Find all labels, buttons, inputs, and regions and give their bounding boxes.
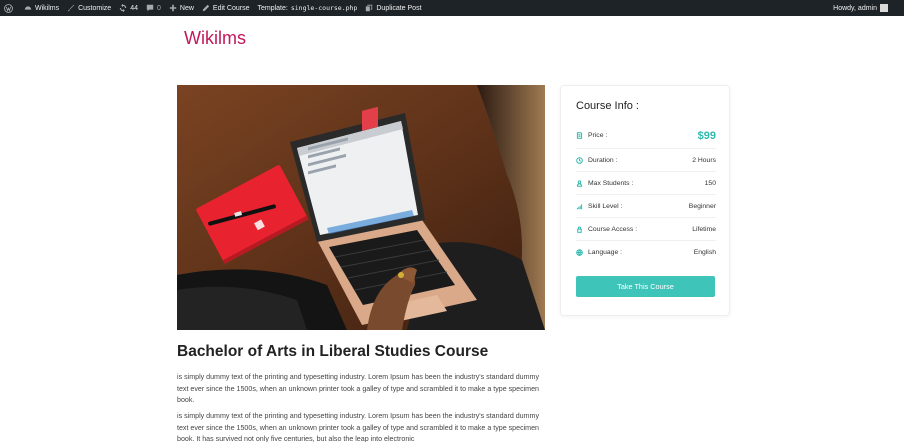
course-description-paragraph: is simply dummy text of the printing and… xyxy=(177,412,539,442)
course-title: Bachelor of Arts in Liberal Studies Cour… xyxy=(177,343,489,360)
duration-value: 2 Hours xyxy=(692,156,716,164)
new-label: New xyxy=(179,4,194,12)
language-value: English xyxy=(693,249,716,256)
avatar xyxy=(880,4,888,12)
lock-icon xyxy=(577,226,582,233)
price-label: Price : xyxy=(588,132,608,139)
course-featured-image xyxy=(177,85,545,330)
clock-icon xyxy=(576,156,583,164)
skill-level-row: Skill Level : Beginner xyxy=(576,195,716,218)
pencil-icon xyxy=(202,4,210,12)
duration-row: Duration : 2 Hours xyxy=(576,149,716,172)
max-students-label: Max Students : xyxy=(588,179,634,187)
duplicate-post-label: Duplicate Post xyxy=(376,4,422,12)
language-label: Language : xyxy=(588,249,623,256)
laptop-photo xyxy=(177,85,545,330)
course-description-paragraph: is simply dummy text of the printing and… xyxy=(177,373,539,404)
language-row: Language : English xyxy=(576,241,716,264)
take-this-course-button[interactable]: Take This Course xyxy=(576,276,715,297)
template-label: Template: xyxy=(257,4,288,12)
site-name-label: Wikilms xyxy=(35,4,60,12)
edit-course-link[interactable]: Edit Course xyxy=(198,0,254,16)
duplicate-post-link[interactable]: Duplicate Post xyxy=(361,0,425,16)
price-value: $99 xyxy=(697,129,716,142)
customize-label: Customize xyxy=(78,4,112,12)
course-info-heading: Course Info : xyxy=(576,100,639,112)
howdy-label: Howdy, admin xyxy=(833,4,877,12)
price-row: Price : $99 xyxy=(576,123,716,149)
max-students-row: Max Students : 150 xyxy=(576,172,716,195)
admin-bar: Wikilms Customize 44 0 New Edit Course T… xyxy=(0,0,904,16)
duration-label: Duration : xyxy=(588,156,618,164)
comment-icon xyxy=(146,4,154,12)
updates-icon xyxy=(119,4,127,12)
comments-link[interactable]: 0 xyxy=(142,0,165,16)
course-info-card: Course Info : Price : $99 Duration : 2 H… xyxy=(560,85,730,316)
plus-icon xyxy=(169,4,177,12)
template-file: single-course.php xyxy=(290,4,358,12)
price-tag-icon xyxy=(576,132,583,139)
dashboard-icon xyxy=(24,6,32,10)
globe-icon xyxy=(576,249,583,256)
updates-count: 44 xyxy=(130,4,138,12)
wordpress-logo-icon[interactable] xyxy=(0,0,20,16)
students-icon xyxy=(576,179,583,187)
max-students-value: 150 xyxy=(704,179,716,187)
customize-link[interactable]: Customize xyxy=(63,0,115,16)
skill-level-bars-icon xyxy=(576,203,583,209)
new-content-menu[interactable]: New xyxy=(165,0,198,16)
edit-course-label: Edit Course xyxy=(212,4,250,12)
course-access-value: Lifetime xyxy=(692,225,716,233)
site-name-menu[interactable]: Wikilms xyxy=(20,0,63,16)
skill-level-label: Skill Level : xyxy=(588,202,623,210)
course-access-label: Course Access : xyxy=(588,225,638,233)
comments-count: 0 xyxy=(156,4,161,12)
updates-link[interactable]: 44 xyxy=(115,0,142,16)
course-access-row: Course Access : Lifetime xyxy=(576,218,716,241)
skill-level-value: Beginner xyxy=(688,202,716,210)
duplicate-icon xyxy=(366,4,373,12)
template-info[interactable]: Template: single-course.php xyxy=(253,0,361,16)
account-menu[interactable]: Howdy, admin xyxy=(833,4,904,12)
site-title[interactable]: Wikilms xyxy=(184,28,246,49)
brush-icon xyxy=(67,4,75,12)
